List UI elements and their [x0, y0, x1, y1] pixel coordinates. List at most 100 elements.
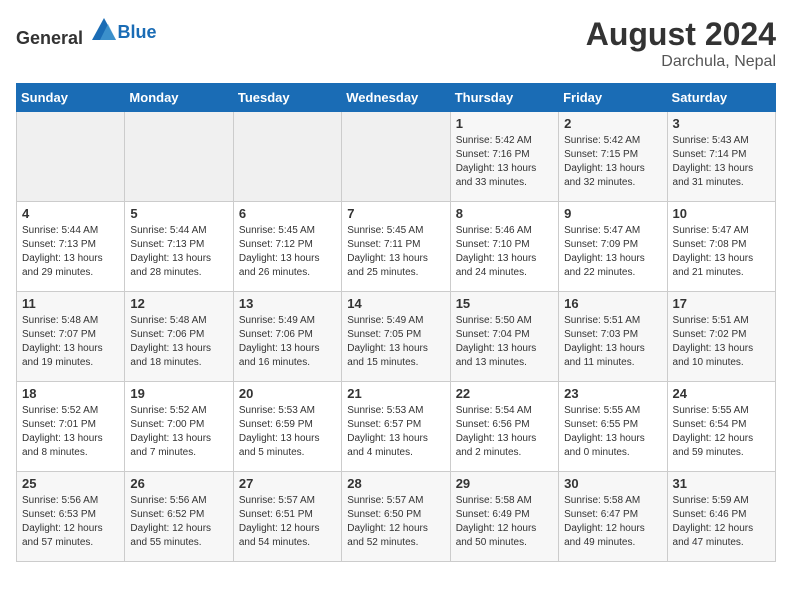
calendar-cell: 2Sunrise: 5:42 AMSunset: 7:15 PMDaylight…: [559, 112, 667, 202]
calendar-cell: 21Sunrise: 5:53 AMSunset: 6:57 PMDayligh…: [342, 382, 450, 472]
day-info: Sunrise: 5:45 AMSunset: 7:12 PMDaylight:…: [239, 224, 336, 280]
calendar-cell: [125, 112, 233, 202]
calendar-cell: [17, 112, 125, 202]
day-number: 25: [22, 476, 119, 491]
calendar-cell: 30Sunrise: 5:58 AMSunset: 6:47 PMDayligh…: [559, 472, 667, 562]
day-info: Sunrise: 5:54 AMSunset: 6:56 PMDaylight:…: [456, 404, 553, 460]
day-number: 17: [673, 296, 770, 311]
day-number: 7: [347, 206, 444, 221]
header-day-monday: Monday: [125, 84, 233, 112]
week-row-5: 25 Sunrise: 5:56 AMSunset: 6:53 PMDayligh…: [17, 472, 776, 562]
week-row-1: 1Sunrise: 5:42 AMSunset: 7:16 PMDaylight…: [17, 112, 776, 202]
page-header: General Blue August 2024 Darchula, Nepal: [16, 16, 776, 71]
day-number: 23: [564, 386, 661, 401]
day-number: 19: [130, 386, 227, 401]
week-row-2: 4 Sunrise: 5:44 AMSunset: 7:13 PMDaylight…: [17, 202, 776, 292]
day-number: 11: [22, 296, 119, 311]
calendar-cell: 22 Sunrise: 5:54 AMSunset: 6:56 PMDayligh…: [450, 382, 558, 472]
header-day-tuesday: Tuesday: [233, 84, 341, 112]
calendar-cell: 28 Sunrise: 5:57 AMSunset: 6:50 PMDayligh…: [342, 472, 450, 562]
day-info: Sunrise: 5:51 AMSunset: 7:02 PMDaylight:…: [673, 314, 770, 370]
calendar-cell: 3 Sunrise: 5:43 AMSunset: 7:14 PMDaylight…: [667, 112, 775, 202]
calendar-cell: 7 Sunrise: 5:45 AMSunset: 7:11 PMDaylight…: [342, 202, 450, 292]
calendar-cell: [233, 112, 341, 202]
header-day-sunday: Sunday: [17, 84, 125, 112]
calendar-cell: 16Sunrise: 5:51 AMSunset: 7:03 PMDayligh…: [559, 292, 667, 382]
day-number: 31: [673, 476, 770, 491]
header-day-wednesday: Wednesday: [342, 84, 450, 112]
week-row-3: 11 Sunrise: 5:48 AMSunset: 7:07 PMDayligh…: [17, 292, 776, 382]
day-number: 2: [564, 116, 661, 131]
day-number: 26: [130, 476, 227, 491]
day-number: 6: [239, 206, 336, 221]
day-info: Sunrise: 5:48 AMSunset: 7:06 PMDaylight:…: [130, 314, 227, 370]
day-info: Sunrise: 5:52 AMSunset: 7:00 PMDaylight:…: [130, 404, 227, 460]
calendar-cell: 20Sunrise: 5:53 AMSunset: 6:59 PMDayligh…: [233, 382, 341, 472]
calendar-cell: 26Sunrise: 5:56 AMSunset: 6:52 PMDayligh…: [125, 472, 233, 562]
logo-icon: [90, 16, 118, 44]
day-number: 28: [347, 476, 444, 491]
day-info: Sunrise: 5:46 AMSunset: 7:10 PMDaylight:…: [456, 224, 553, 280]
day-number: 4: [22, 206, 119, 221]
day-number: 14: [347, 296, 444, 311]
header-day-friday: Friday: [559, 84, 667, 112]
header-day-saturday: Saturday: [667, 84, 775, 112]
calendar-cell: 23 Sunrise: 5:55 AMSunset: 6:55 PMDayligh…: [559, 382, 667, 472]
calendar-body: 1Sunrise: 5:42 AMSunset: 7:16 PMDaylight…: [17, 112, 776, 562]
logo-blue-text: Blue: [118, 22, 157, 42]
day-number: 3: [673, 116, 770, 131]
day-info: Sunrise: 5:59 AMSunset: 6:46 PMDaylight:…: [673, 494, 770, 550]
day-info: Sunrise: 5:52 AMSunset: 7:01 PMDaylight:…: [22, 404, 119, 460]
day-info: Sunrise: 5:57 AMSunset: 6:51 PMDaylight:…: [239, 494, 336, 550]
day-info: Sunrise: 5:57 AMSunset: 6:50 PMDaylight:…: [347, 494, 444, 550]
day-number: 12: [130, 296, 227, 311]
day-number: 16: [564, 296, 661, 311]
calendar-cell: 9Sunrise: 5:47 AMSunset: 7:09 PMDaylight…: [559, 202, 667, 292]
day-info: Sunrise: 5:55 AMSunset: 6:55 PMDaylight:…: [564, 404, 661, 460]
day-info: Sunrise: 5:58 AMSunset: 6:49 PMDaylight:…: [456, 494, 553, 550]
day-info: Sunrise: 5:48 AMSunset: 7:07 PMDaylight:…: [22, 314, 119, 370]
calendar-cell: 1Sunrise: 5:42 AMSunset: 7:16 PMDaylight…: [450, 112, 558, 202]
day-info: Sunrise: 5:49 AMSunset: 7:06 PMDaylight:…: [239, 314, 336, 370]
logo-general-text: General: [16, 28, 83, 48]
day-number: 20: [239, 386, 336, 401]
subtitle: Darchula, Nepal: [586, 53, 776, 71]
calendar-cell: 4 Sunrise: 5:44 AMSunset: 7:13 PMDaylight…: [17, 202, 125, 292]
logo: General Blue: [16, 16, 157, 49]
header-row: SundayMondayTuesdayWednesdayThursdayFrid…: [17, 84, 776, 112]
calendar-cell: 10 Sunrise: 5:47 AMSunset: 7:08 PMDayligh…: [667, 202, 775, 292]
day-number: 15: [456, 296, 553, 311]
day-info: Sunrise: 5:56 AMSunset: 6:53 PMDaylight:…: [22, 494, 119, 550]
calendar-cell: 24Sunrise: 5:55 AMSunset: 6:54 PMDayligh…: [667, 382, 775, 472]
day-number: 1: [456, 116, 553, 131]
day-info: Sunrise: 5:44 AMSunset: 7:13 PMDaylight:…: [130, 224, 227, 280]
calendar-cell: 18 Sunrise: 5:52 AMSunset: 7:01 PMDayligh…: [17, 382, 125, 472]
day-info: Sunrise: 5:44 AMSunset: 7:13 PMDaylight:…: [22, 224, 119, 280]
calendar-cell: 13 Sunrise: 5:49 AMSunset: 7:06 PMDayligh…: [233, 292, 341, 382]
day-number: 24: [673, 386, 770, 401]
day-number: 29: [456, 476, 553, 491]
calendar-cell: 14Sunrise: 5:49 AMSunset: 7:05 PMDayligh…: [342, 292, 450, 382]
day-number: 27: [239, 476, 336, 491]
day-number: 13: [239, 296, 336, 311]
calendar-cell: 8Sunrise: 5:46 AMSunset: 7:10 PMDaylight…: [450, 202, 558, 292]
day-info: Sunrise: 5:50 AMSunset: 7:04 PMDaylight:…: [456, 314, 553, 370]
calendar-cell: 19 Sunrise: 5:52 AMSunset: 7:00 PMDayligh…: [125, 382, 233, 472]
day-number: 18: [22, 386, 119, 401]
day-number: 10: [673, 206, 770, 221]
calendar-cell: 29 Sunrise: 5:58 AMSunset: 6:49 PMDayligh…: [450, 472, 558, 562]
calendar-cell: 17 Sunrise: 5:51 AMSunset: 7:02 PMDayligh…: [667, 292, 775, 382]
day-number: 30: [564, 476, 661, 491]
calendar-cell: 5 Sunrise: 5:44 AMSunset: 7:13 PMDaylight…: [125, 202, 233, 292]
header-day-thursday: Thursday: [450, 84, 558, 112]
title-block: August 2024 Darchula, Nepal: [586, 16, 776, 71]
day-info: Sunrise: 5:45 AMSunset: 7:11 PMDaylight:…: [347, 224, 444, 280]
calendar-header: SundayMondayTuesdayWednesdayThursdayFrid…: [17, 84, 776, 112]
calendar-cell: [342, 112, 450, 202]
day-number: 22: [456, 386, 553, 401]
day-number: 5: [130, 206, 227, 221]
calendar-table: SundayMondayTuesdayWednesdayThursdayFrid…: [16, 83, 776, 562]
day-info: Sunrise: 5:43 AMSunset: 7:14 PMDaylight:…: [673, 134, 770, 190]
day-info: Sunrise: 5:47 AMSunset: 7:08 PMDaylight:…: [673, 224, 770, 280]
calendar-cell: 27 Sunrise: 5:57 AMSunset: 6:51 PMDayligh…: [233, 472, 341, 562]
